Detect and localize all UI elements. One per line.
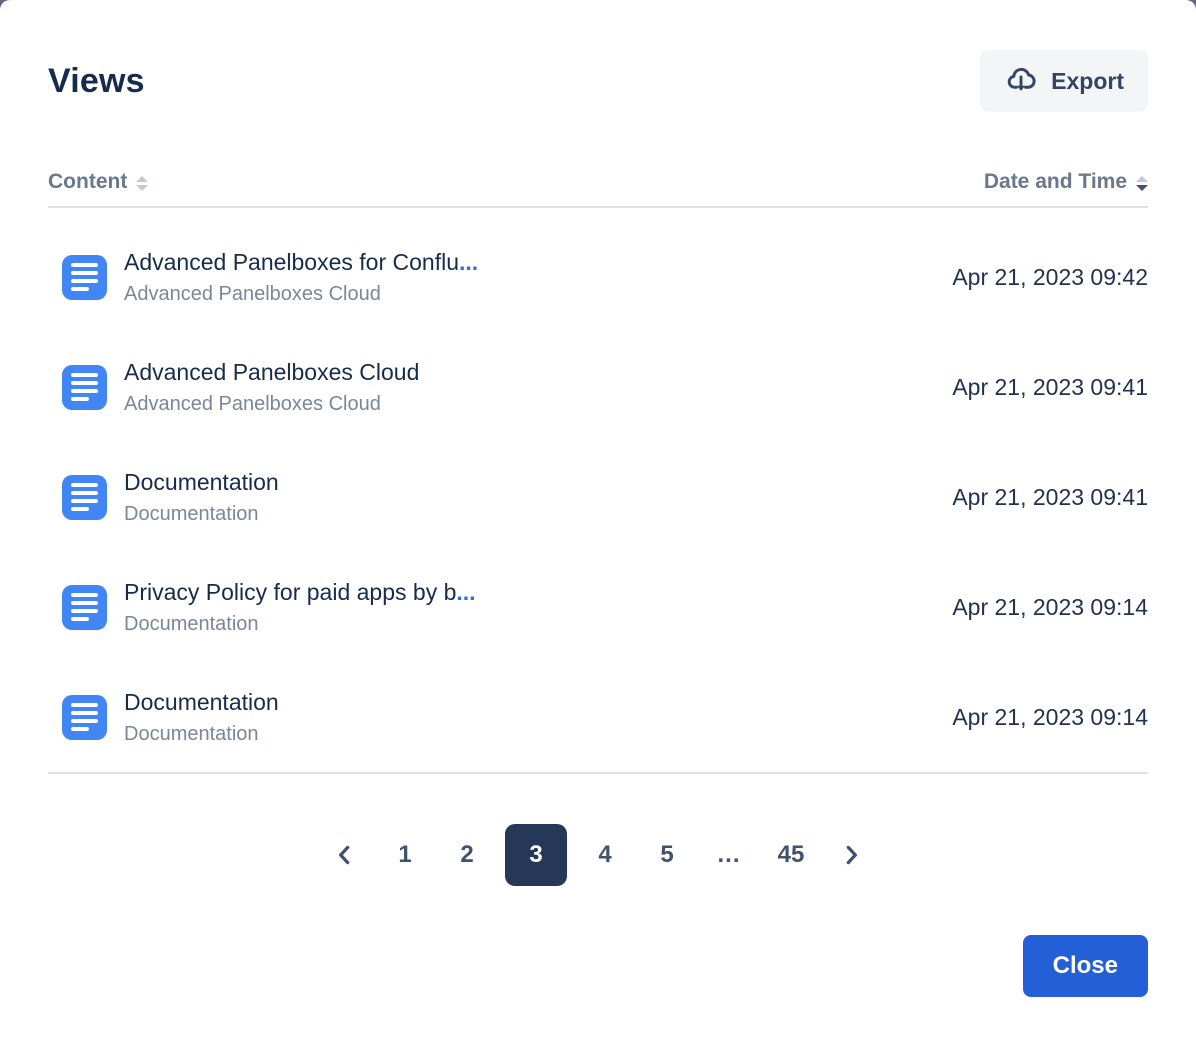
document-icon bbox=[62, 255, 107, 300]
content-title-link[interactable]: Documentation bbox=[124, 685, 952, 720]
document-icon bbox=[62, 475, 107, 520]
chevron-right-icon bbox=[838, 842, 864, 868]
pagination-ellipsis: ... bbox=[705, 824, 753, 886]
page-title: Views bbox=[48, 62, 145, 101]
export-button-label: Export bbox=[1051, 68, 1124, 95]
page-button-1[interactable]: 1 bbox=[381, 824, 429, 886]
dialog-footer: Close bbox=[48, 935, 1148, 997]
document-icon bbox=[62, 695, 107, 740]
view-datetime: Apr 21, 2023 09:41 bbox=[952, 374, 1148, 401]
row-text: Advanced Panelboxes Cloud Advanced Panel… bbox=[124, 355, 952, 419]
content-title-link[interactable]: Documentation bbox=[124, 465, 952, 500]
content-title-link[interactable]: Advanced Panelboxes for Conflu... bbox=[124, 245, 952, 280]
sort-desc-icon bbox=[1136, 176, 1148, 191]
column-header-date-label: Date and Time bbox=[984, 170, 1127, 194]
content-title-link[interactable]: Advanced Panelboxes Cloud bbox=[124, 355, 952, 390]
row-text: Privacy Policy for paid apps by b... Doc… bbox=[124, 575, 952, 639]
table-header: Content Date and Time bbox=[48, 170, 1148, 194]
page-button-5[interactable]: 5 bbox=[643, 824, 691, 886]
table-row: Documentation Documentation Apr 21, 2023… bbox=[48, 442, 1148, 552]
content-space-label: Documentation bbox=[124, 610, 952, 639]
next-page-button[interactable] bbox=[829, 824, 873, 886]
content-space-label: Documentation bbox=[124, 720, 952, 749]
pagination: 1 2 3 4 5 ... 45 bbox=[48, 824, 1148, 886]
view-datetime: Apr 21, 2023 09:14 bbox=[952, 704, 1148, 731]
view-datetime: Apr 21, 2023 09:14 bbox=[952, 594, 1148, 621]
export-button[interactable]: Export bbox=[980, 50, 1148, 112]
views-list: Advanced Panelboxes for Conflu... Advanc… bbox=[48, 208, 1148, 772]
row-text: Documentation Documentation bbox=[124, 685, 952, 749]
table-row: Advanced Panelboxes for Conflu... Advanc… bbox=[48, 222, 1148, 332]
page-button-4[interactable]: 4 bbox=[581, 824, 629, 886]
page-button-2[interactable]: 2 bbox=[443, 824, 491, 886]
views-dialog: Views Export Content Date and Time bbox=[0, 0, 1196, 1046]
table-bottom-divider bbox=[48, 772, 1148, 774]
cloud-download-icon bbox=[1004, 65, 1038, 97]
content-space-label: Documentation bbox=[124, 500, 952, 529]
sort-icon bbox=[136, 176, 148, 191]
document-icon bbox=[62, 585, 107, 630]
table-row: Documentation Documentation Apr 21, 2023… bbox=[48, 662, 1148, 772]
view-datetime: Apr 21, 2023 09:41 bbox=[952, 484, 1148, 511]
document-icon bbox=[62, 365, 107, 410]
content-title-link[interactable]: Privacy Policy for paid apps by b... bbox=[124, 575, 952, 610]
column-header-content[interactable]: Content bbox=[48, 170, 148, 194]
table-row: Privacy Policy for paid apps by b... Doc… bbox=[48, 552, 1148, 662]
content-space-label: Advanced Panelboxes Cloud bbox=[124, 280, 952, 309]
page-button-45[interactable]: 45 bbox=[767, 824, 815, 886]
column-header-date[interactable]: Date and Time bbox=[984, 170, 1148, 194]
chevron-left-icon bbox=[332, 842, 358, 868]
dialog-header: Views Export bbox=[48, 0, 1148, 112]
content-space-label: Advanced Panelboxes Cloud bbox=[124, 390, 952, 419]
view-datetime: Apr 21, 2023 09:42 bbox=[952, 264, 1148, 291]
row-text: Documentation Documentation bbox=[124, 465, 952, 529]
table-row: Advanced Panelboxes Cloud Advanced Panel… bbox=[48, 332, 1148, 442]
column-header-content-label: Content bbox=[48, 170, 127, 194]
page-button-3-current[interactable]: 3 bbox=[505, 824, 567, 886]
close-button[interactable]: Close bbox=[1023, 935, 1148, 997]
row-text: Advanced Panelboxes for Conflu... Advanc… bbox=[124, 245, 952, 309]
previous-page-button[interactable] bbox=[323, 824, 367, 886]
